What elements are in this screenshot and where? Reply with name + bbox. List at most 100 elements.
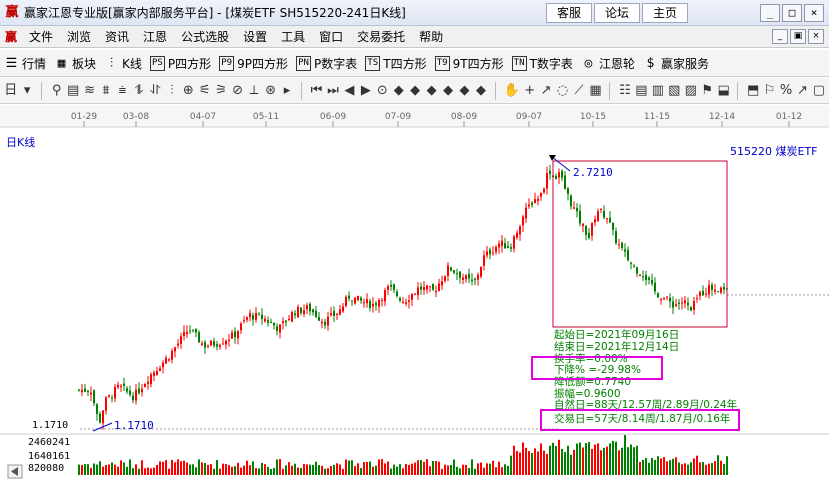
volume-bar (231, 466, 233, 475)
customer-service-link[interactable]: 客服 (546, 3, 592, 23)
draw-tool-icon[interactable]: ↗ (796, 81, 809, 101)
candle-body (84, 388, 86, 392)
menu-window[interactable]: 窗口 (312, 26, 350, 48)
candle-body (372, 303, 374, 307)
maximize-button[interactable]: □ (782, 4, 802, 22)
draw-tool-icon[interactable]: ◆ (474, 81, 487, 101)
draw-tool-icon[interactable]: ⊙ (376, 81, 389, 101)
toolbar-p9-button[interactable]: P9 9P四方形 (219, 55, 288, 72)
volume-bar (717, 455, 719, 475)
draw-tool-icon[interactable]: ⚟ (198, 81, 211, 101)
draw-tool-icon[interactable]: ◀ (343, 81, 356, 101)
candle-body (252, 315, 254, 320)
draw-tool-icon[interactable]: ▸ (280, 81, 293, 101)
draw-tool-icon[interactable]: ▨ (684, 81, 697, 101)
close-button[interactable]: × (804, 4, 824, 22)
drawing-toolbar: 日 ▾ ⚲ ▤ ≋ ⩩ ⩧ ⥮ ⥯ ⫶ ⊕ ⚟ ⚞ ⊘ ⟂ ⊛ ▸ ⏮ ⏭ ◀ ▶ ⊙ ◆ ◆ ◆ ◆ ◆ ◆ ✋ + ↗ ◌ ⟋ ▦ ☷ ▤ ▥ ▧ ▨ ⚑… (0, 78, 829, 104)
draw-tool-icon[interactable]: ◌ (556, 81, 569, 101)
candle-body (210, 340, 212, 346)
toolbar-tn-button[interactable]: TN T数字表 (511, 55, 573, 72)
menu-browse[interactable]: 浏览 (60, 26, 98, 48)
menu-help[interactable]: 帮助 (412, 26, 450, 48)
candle-body (144, 384, 146, 388)
draw-tool-icon[interactable]: ◆ (392, 81, 405, 101)
toolbar-grid-button[interactable]: ☰ 行情 (4, 55, 46, 72)
draw-tool-icon[interactable]: ↗ (539, 81, 552, 101)
kline-chart[interactable]: 01-29 03-08 04-07 05-11 06-09 07-09 08-09 09-07… (0, 105, 829, 483)
draw-tool-icon[interactable]: ⊕ (182, 81, 195, 101)
draw-tool-icon[interactable]: ⚲ (50, 81, 63, 101)
draw-tool-icon[interactable]: ⚐ (763, 81, 776, 101)
volume-bar (348, 460, 350, 475)
draw-tool-icon[interactable]: ⬒ (746, 81, 759, 101)
candle-body (108, 395, 110, 397)
minimize-button[interactable]: _ (760, 4, 780, 22)
menu-formula-screen[interactable]: 公式选股 (174, 26, 236, 48)
draw-tool-icon[interactable]: ⥯ (149, 81, 162, 101)
candle-body (390, 284, 392, 287)
draw-tool-icon[interactable]: ⊘ (231, 81, 244, 101)
draw-tool-icon[interactable]: ☷ (618, 81, 631, 101)
mdi-close-button[interactable]: × (808, 29, 824, 44)
draw-tool-icon[interactable]: ◆ (458, 81, 471, 101)
volume-bar (567, 445, 569, 475)
volume-bar (591, 448, 593, 475)
draw-tool-icon[interactable]: ▥ (651, 81, 664, 101)
homepage-link[interactable]: 主页 (642, 3, 688, 23)
draw-tool-icon[interactable]: ▧ (668, 81, 681, 101)
draw-tool-icon[interactable]: ⟂ (247, 81, 260, 101)
draw-tool-icon[interactable]: ▢ (812, 81, 825, 101)
draw-tool-icon[interactable]: ⚞ (214, 81, 227, 101)
draw-tool-icon[interactable]: ◆ (425, 81, 438, 101)
mdi-restore-button[interactable]: ▣ (790, 29, 806, 44)
draw-tool-icon[interactable]: % (779, 81, 792, 101)
volume-bar (549, 445, 551, 475)
draw-tool-icon[interactable]: + (523, 81, 536, 101)
volume-bar (693, 458, 695, 475)
draw-tool-icon[interactable]: ▦ (589, 81, 602, 101)
draw-tool-icon[interactable]: ⊛ (264, 81, 277, 101)
toolbar-ts-button[interactable]: TS T四方形 (365, 55, 427, 72)
volume-bar (234, 466, 236, 475)
draw-tool-icon[interactable]: ⩧ (116, 81, 129, 101)
menu-gann[interactable]: 江恩 (136, 26, 174, 48)
candle-body (444, 276, 446, 281)
volume-bar (552, 442, 554, 475)
draw-tool-icon[interactable]: 日 (4, 81, 17, 101)
toolbar-t9-button[interactable]: T9 9T四方形 (434, 55, 504, 72)
volume-bar (282, 468, 284, 475)
draw-tool-icon[interactable]: ◆ (408, 81, 421, 101)
toolbar-dollar-button[interactable]: $ 赢家服务 (643, 55, 709, 72)
volume-bar (309, 464, 311, 475)
draw-tool-icon[interactable]: ≋ (83, 81, 96, 101)
forum-link[interactable]: 论坛 (594, 3, 640, 23)
draw-tool-icon[interactable]: ▾ (20, 81, 33, 101)
candle-body (591, 222, 593, 236)
menu-tools[interactable]: 工具 (274, 26, 312, 48)
draw-tool-icon[interactable]: ⬓ (717, 81, 730, 101)
toolbar-wheel-button[interactable]: ◎ 江恩轮 (581, 55, 635, 72)
draw-tool-icon[interactable]: ✋ (504, 81, 520, 101)
toolbar-pn-button[interactable]: PN P数字表 (296, 55, 357, 72)
draw-tool-icon[interactable]: ▤ (66, 81, 79, 101)
draw-tool-icon[interactable]: ◆ (441, 81, 454, 101)
toolbar-blocks-button[interactable]: ▦ 板块 (54, 55, 96, 72)
menu-info[interactable]: 资讯 (98, 26, 136, 48)
draw-tool-icon[interactable]: ▤ (635, 81, 648, 101)
draw-tool-icon[interactable]: ⏮ (310, 81, 323, 101)
toolbar-candle-button[interactable]: ⫶ K线 (104, 55, 142, 72)
draw-tool-icon[interactable]: ⥮ (132, 81, 145, 101)
menu-settings[interactable]: 设置 (236, 26, 274, 48)
draw-tool-icon[interactable]: ⩩ (99, 81, 112, 101)
chart-panel[interactable]: 01-29 03-08 04-07 05-11 06-09 07-09 08-09 09-07… (0, 105, 829, 483)
draw-tool-icon[interactable]: ⏭ (326, 81, 339, 101)
volume-bar (198, 459, 200, 475)
draw-tool-icon[interactable]: ⚑ (700, 81, 713, 101)
toolbar-ps-button[interactable]: PS P四方形 (149, 55, 211, 72)
mdi-minimize-button[interactable]: _ (772, 29, 788, 44)
draw-tool-icon[interactable]: ⫶ (165, 81, 178, 101)
menu-trade[interactable]: 交易委托 (350, 26, 412, 48)
draw-tool-icon[interactable]: ▶ (359, 81, 372, 101)
menu-file[interactable]: 文件 (22, 26, 60, 48)
draw-tool-icon[interactable]: ⟋ (572, 81, 585, 101)
